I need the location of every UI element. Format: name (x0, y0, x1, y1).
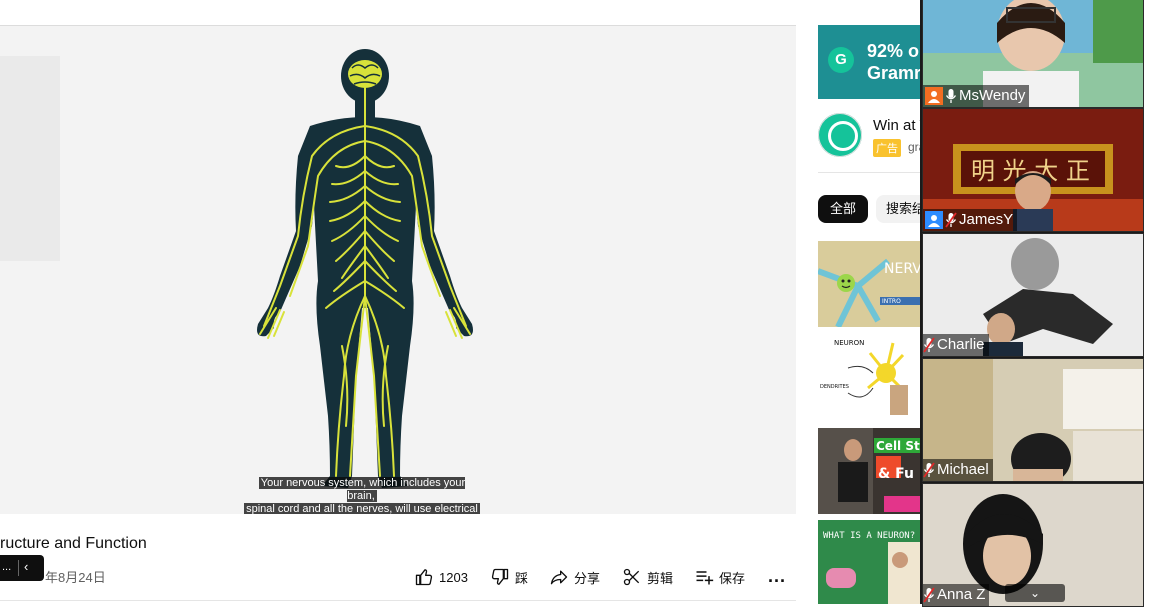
participant-name: Michael (937, 461, 989, 478)
save-label: 保存 (719, 570, 746, 586)
participant-tile[interactable]: 明 光 大 正 JamesY (922, 108, 1144, 232)
related-video-thumbnail[interactable]: Cell Str & Fu (818, 428, 923, 514)
nervous-system-thumbnail-art: NERVO SYSTE INTRO (818, 241, 923, 327)
microphone-muted-icon (923, 337, 935, 353)
mini-player-divider (18, 560, 19, 576)
video-call-gallery: MsWendy 明 光 大 正 JamesY Charlie Michael A… (920, 0, 1144, 607)
video-frame: Your nervous system, which includes your… (0, 26, 796, 514)
participant-name: MsWendy (959, 87, 1026, 104)
ad-banner-brand: Gramr (867, 63, 922, 83)
video-title: ructure and Function (0, 535, 147, 552)
thumbnail-caption: WHAT IS A NEURON? (823, 531, 915, 541)
share-button[interactable]: 分享 (549, 567, 600, 587)
mini-player-dots: ... (2, 561, 12, 573)
playlist-add-icon (696, 571, 714, 585)
microphone-muted-icon (945, 212, 957, 228)
thumbnail-caption: Cell Str (876, 439, 923, 453)
participant-name-bar: MsWendy (923, 85, 1030, 107)
user-avatar-icon (925, 87, 943, 105)
participant-name: Charlie (937, 336, 985, 353)
what-is-neuron-thumbnail-art: WHAT IS A NEURON? (818, 520, 923, 604)
more-dots-icon: ... (768, 565, 787, 586)
participant-name-bar: JamesY (923, 209, 1018, 231)
participant-name-bar: Michael (923, 459, 993, 481)
ad-banner[interactable]: G 92% o Gramr (818, 25, 923, 99)
divider (0, 600, 796, 601)
thumbnail-subcaption: & Fu (878, 466, 914, 482)
microphone-icon (945, 89, 957, 103)
chevron-down-icon: ⌄ (1029, 586, 1041, 600)
upload-date: 年8月24日 (45, 570, 106, 585)
top-strip (0, 0, 796, 26)
chevron-left-icon[interactable]: ‹ (24, 559, 28, 574)
cell-structure-thumbnail-art: Cell Str & Fu (818, 428, 923, 514)
related-video-thumbnail[interactable]: NERVO SYSTE INTRO (818, 241, 923, 327)
dislike-button[interactable]: 踩 (490, 567, 528, 587)
thumbnail-subcaption: INTRO (882, 298, 901, 305)
participant-name: Anna Z (937, 586, 986, 603)
related-video-thumbnail[interactable]: NEURON DENDRITES (818, 333, 923, 419)
participant-name-bar: Anna Z (923, 584, 990, 606)
participant-tile[interactable]: Michael (922, 358, 1144, 482)
share-label: 分享 (574, 570, 601, 586)
share-arrow-icon (550, 570, 568, 585)
thumbnail-caption: NEURON (834, 339, 864, 347)
page-edge (1144, 0, 1152, 604)
save-button[interactable]: 保存 (694, 567, 745, 587)
related-video-thumbnail[interactable]: WHAT IS A NEURON? (818, 520, 923, 604)
nervous-system-illustration (257, 49, 473, 488)
clip-label: 剪辑 (647, 570, 674, 586)
caption-line-1: Your nervous system, which includes your… (258, 477, 466, 502)
grammarly-g-icon (828, 121, 858, 151)
clip-button[interactable]: 剪辑 (622, 567, 673, 587)
like-count: 1203 (439, 569, 468, 585)
divider (818, 172, 923, 173)
grammarly-logo-icon: G (828, 47, 854, 73)
mini-player-control[interactable]: ... ‹ (0, 555, 44, 581)
thumbs-up-icon (415, 569, 433, 586)
ad-badge: 广告 (873, 139, 901, 157)
like-button[interactable]: 1203 (414, 567, 468, 587)
chip-all[interactable]: 全部 (818, 195, 869, 223)
microphone-muted-icon (923, 587, 935, 603)
participant-tile[interactable]: Anna Z ⌄ (922, 483, 1144, 607)
participant-tile[interactable]: Charlie (922, 233, 1144, 357)
user-avatar-icon (925, 211, 943, 229)
participant-name: JamesY (959, 211, 1014, 228)
ad-banner-headline: 92% o (867, 41, 920, 61)
neuron-thumbnail-art: NEURON DENDRITES (818, 333, 923, 419)
video-captions: Your nervous system, which includes your… (244, 477, 480, 514)
scissors-icon (623, 568, 640, 586)
microphone-muted-icon (923, 462, 935, 478)
video-background-panel (0, 56, 60, 261)
dislike-label: 踩 (515, 570, 529, 586)
thumbnail-caption: NERVO SYSTE (884, 261, 923, 277)
caption-line-2: spinal cord and all the nerves, will use… (244, 503, 480, 514)
more-actions-button[interactable]: ... (768, 566, 786, 586)
scroll-down-button[interactable]: ⌄ (1005, 584, 1065, 602)
advertiser-avatar[interactable] (818, 113, 862, 157)
thumbs-down-icon (491, 568, 509, 585)
video-player[interactable]: Your nervous system, which includes your… (0, 26, 796, 514)
thumbnail-subcaption: DENDRITES (820, 384, 849, 390)
participant-name-bar: Charlie (923, 334, 989, 356)
participant-tile[interactable]: MsWendy (922, 0, 1144, 108)
